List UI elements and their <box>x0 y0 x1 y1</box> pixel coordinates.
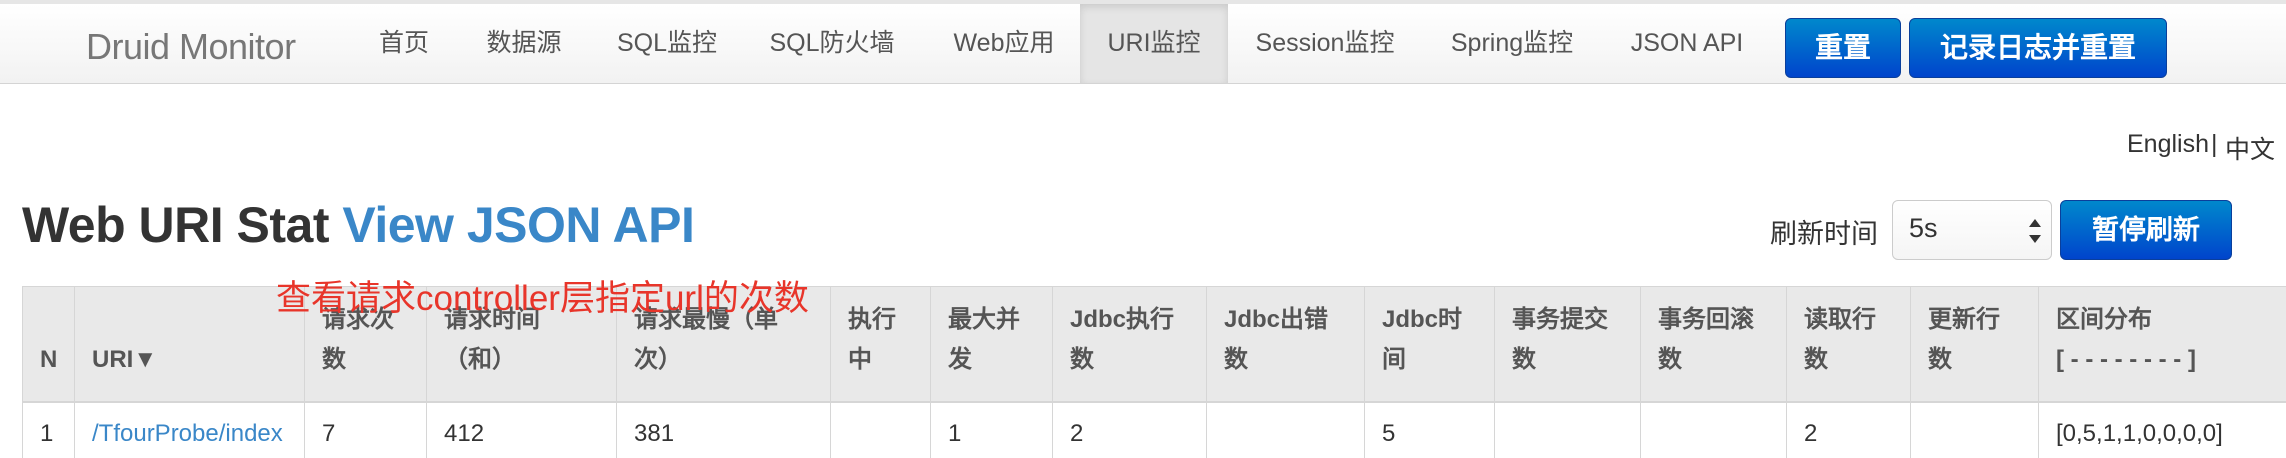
select-updown-icon <box>2029 219 2041 243</box>
column-divider <box>1206 286 1207 458</box>
table-cell-max-concurrent: 1 <box>948 420 962 447</box>
col-header-max-concurrent[interactable]: 最大并 发 <box>948 300 1020 380</box>
col-header-line: [ - - - - - - - - ] <box>2056 346 2196 373</box>
col-header-line: 中 <box>848 346 872 373</box>
brand-logo[interactable]: Druid Monitor <box>86 26 296 68</box>
table-cell-uri-link[interactable]: /TfourProbe/index <box>92 420 283 448</box>
column-divider <box>930 286 931 458</box>
col-header-n[interactable]: N <box>40 340 57 380</box>
row-divider <box>22 402 2286 403</box>
col-header-line: 更新行 <box>1928 306 2000 333</box>
nav-json-api[interactable]: JSON API <box>1620 4 1754 83</box>
nav-session-monitor[interactable]: Session监控 <box>1246 4 1404 83</box>
lang-chinese-link[interactable]: 中文 <box>2225 130 2275 166</box>
col-header-uri[interactable]: URI▼ <box>92 340 157 380</box>
view-json-api-link[interactable]: View JSON API <box>342 197 694 253</box>
refresh-interval-select[interactable]: 5s <box>1892 200 2052 260</box>
col-header-line: 最大并 <box>948 306 1020 333</box>
nav-spring-monitor[interactable]: Spring监控 <box>1440 4 1584 83</box>
col-header-line: （和） <box>444 346 516 373</box>
col-header-tx-commit[interactable]: 事务提交 数 <box>1512 300 1608 380</box>
col-header-line: Jdbc出错 <box>1224 306 1329 333</box>
table-cell-rows-read: 2 <box>1804 420 1818 447</box>
column-divider <box>74 286 75 458</box>
col-header-line: 数 <box>1070 346 1094 373</box>
table-cell-n: 1 <box>40 420 54 447</box>
column-divider <box>1786 286 1787 458</box>
table-cell-jdbc-time: 5 <box>1382 420 1396 447</box>
col-header-line: 数 <box>1804 346 1828 373</box>
col-header-line: 执行 <box>848 306 896 333</box>
col-header-histogram[interactable]: 区间分布 [ - - - - - - - - ] <box>2056 300 2196 380</box>
col-header-jdbc-time[interactable]: Jdbc时 间 <box>1382 300 1462 380</box>
nav-datasource[interactable]: 数据源 <box>470 4 578 83</box>
col-header-line: 读取行 <box>1804 306 1876 333</box>
log-and-reset-button[interactable]: 记录日志并重置 <box>1909 18 2167 78</box>
column-divider <box>2038 286 2039 458</box>
col-header-line: 间 <box>1382 346 1406 373</box>
lang-english-link[interactable]: English <box>2127 130 2209 159</box>
column-divider <box>22 286 23 458</box>
col-header-line: 事务回滚 <box>1658 306 1754 333</box>
lang-separator: | <box>2211 130 2218 158</box>
col-header-jdbc-error[interactable]: Jdbc出错 数 <box>1224 300 1328 380</box>
col-header-line: 数 <box>1512 346 1536 373</box>
column-divider <box>830 286 831 458</box>
page-title: Web URI Stat View JSON API <box>22 196 695 254</box>
reset-button[interactable]: 重置 <box>1785 18 1901 78</box>
annotation-text: 查看请求controller层指定url的次数 <box>276 279 809 318</box>
col-header-line: 数 <box>1658 346 1682 373</box>
pause-refresh-button[interactable]: 暂停刷新 <box>2060 200 2232 260</box>
col-header-rows-updated[interactable]: 更新行 数 <box>1928 300 2000 380</box>
table-cell-request-count: 7 <box>322 420 336 447</box>
table-cell-request-time: 412 <box>444 420 485 447</box>
col-header-line: 区间分布 <box>2056 306 2152 333</box>
refresh-interval-label: 刷新时间 <box>1770 219 1878 249</box>
column-divider <box>1052 286 1053 458</box>
col-header-line: 事务提交 <box>1512 306 1608 333</box>
navbar: Druid Monitor 首页 数据源 SQL监控 SQL防火墙 Web应用 … <box>0 4 2286 84</box>
column-divider <box>1910 286 1911 458</box>
col-header-line: 次） <box>634 346 682 373</box>
col-header-executing[interactable]: 执行 中 <box>848 300 896 380</box>
column-divider <box>1640 286 1641 458</box>
refresh-interval-value: 5s <box>1909 213 1938 243</box>
nav-sql-firewall[interactable]: SQL防火墙 <box>756 4 908 83</box>
table-cell-histogram: [0,5,1,1,0,0,0,0] <box>2056 420 2223 447</box>
column-divider <box>1364 286 1365 458</box>
col-header-line: 数 <box>322 346 346 373</box>
col-header-jdbc-exec[interactable]: Jdbc执行 数 <box>1070 300 1174 380</box>
column-divider <box>1494 286 1495 458</box>
col-header-rows-read[interactable]: 读取行 数 <box>1804 300 1876 380</box>
col-header-line: 数 <box>1928 346 1952 373</box>
page-title-text: Web URI Stat <box>22 197 330 253</box>
col-header-tx-rollback[interactable]: 事务回滚 数 <box>1658 300 1754 380</box>
col-header-line: Jdbc执行 <box>1070 306 1175 333</box>
table-cell-jdbc-exec: 2 <box>1070 420 1084 447</box>
nav-home[interactable]: 首页 <box>356 4 452 83</box>
nav-web-app[interactable]: Web应用 <box>934 4 1074 83</box>
nav-uri-monitor[interactable]: URI监控 <box>1080 4 1228 83</box>
nav-sql-monitor[interactable]: SQL监控 <box>604 4 730 83</box>
col-header-line: 发 <box>948 346 972 373</box>
col-header-line: 数 <box>1224 346 1248 373</box>
table-cell-slowest-request: 381 <box>634 420 675 447</box>
col-header-line: Jdbc时 <box>1382 306 1463 333</box>
